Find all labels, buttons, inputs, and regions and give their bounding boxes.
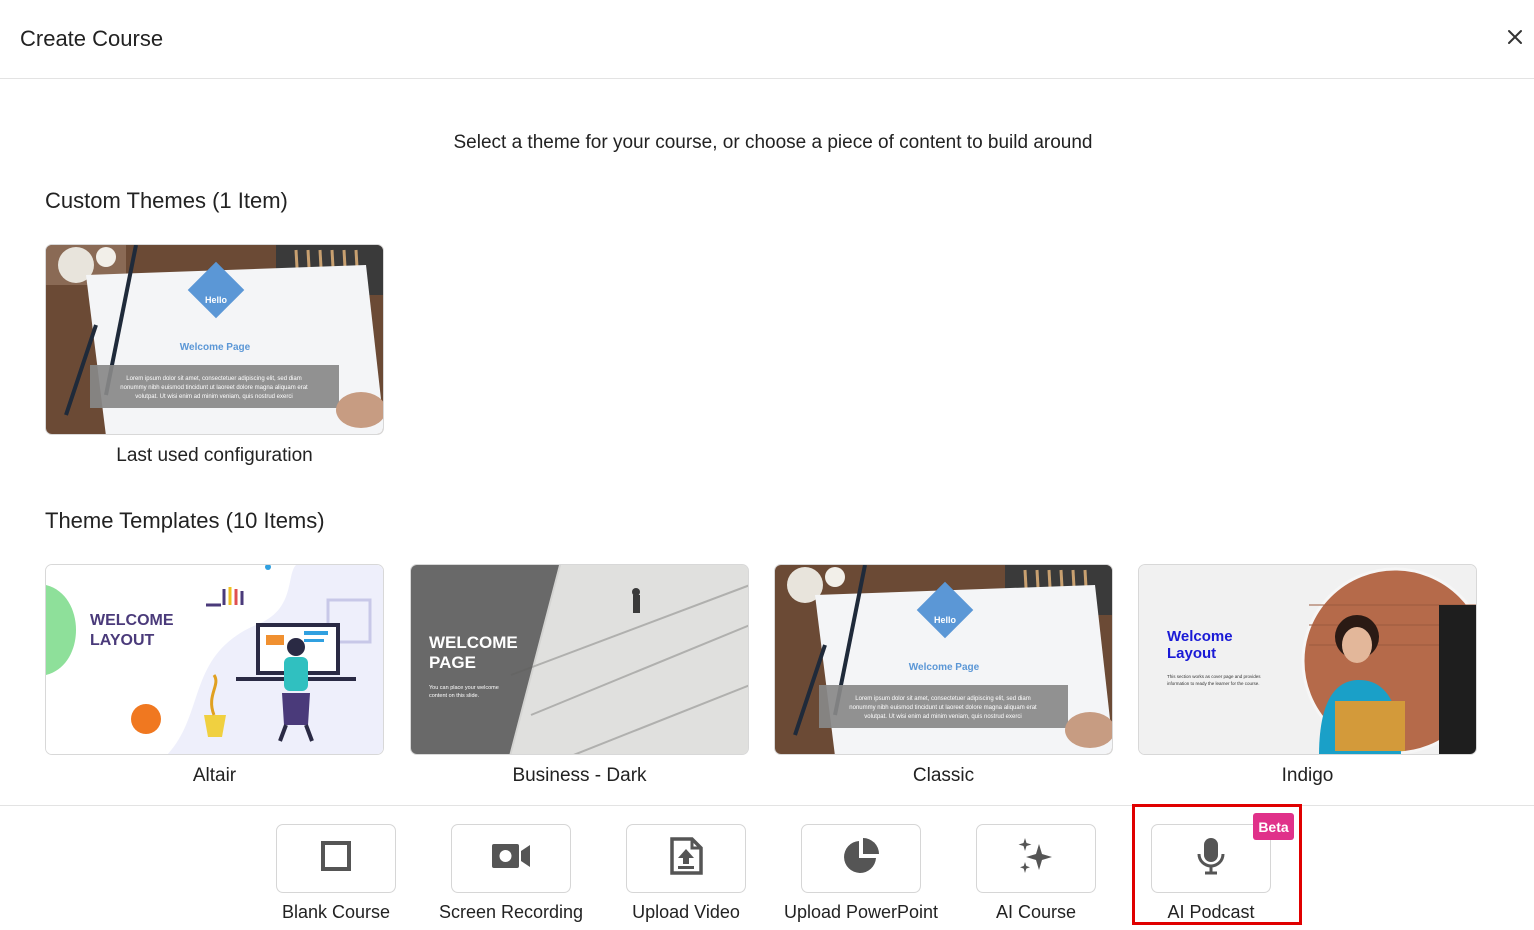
thumb-title: Layout — [1167, 645, 1216, 662]
screen-recording-label: Screen Recording — [438, 902, 584, 922]
theme-card-indigo[interactable]: Welcome Layout This section works as cov… — [1138, 564, 1477, 786]
thumb-body-line: Lorem ipsum dolor sit amet, consectetuer… — [855, 696, 1030, 702]
thumb-body-line: volutpat. Ut wisi enim ad minim veniam, … — [864, 714, 1021, 720]
theme-card-label: Indigo — [1281, 765, 1334, 786]
upload-powerpoint-label: Upload PowerPoint — [783, 902, 939, 922]
thumb-body-line: nonummy nibh euismod tincidunt ut laoree… — [849, 705, 1037, 711]
beta-badge: Beta — [1253, 813, 1294, 840]
square-outline-icon — [320, 840, 352, 877]
custom-themes-heading: Custom Themes (1 Item) — [45, 188, 288, 213]
upload-video-button[interactable]: Upload Video — [601, 824, 771, 922]
theme-card-business-dark[interactable]: WELCOME PAGE You can place your welcome … — [410, 564, 749, 786]
thumb-body-line: This section works as cover page and pro… — [1167, 674, 1261, 679]
thumb-title: Welcome Page — [180, 342, 251, 353]
screen-recording-button[interactable]: Screen Recording — [426, 824, 596, 922]
thumb-body-line: volutpat. Ut wisi enim ad minim veniam, … — [135, 394, 292, 400]
theme-card-label: Classic — [912, 765, 975, 786]
pie-chart-icon — [842, 837, 880, 880]
theme-card-last-used[interactable]: Hello Welcome Page Lorem ipsum dolor sit… — [45, 244, 384, 466]
theme-card-classic[interactable]: Hello Welcome Page Lorem ipsum dolor sit… — [774, 564, 1113, 786]
theme-card-label: Last used configuration — [116, 445, 313, 466]
thumb-title: LAYOUT — [90, 632, 155, 649]
instructions-text: Select a theme for your course, or choos… — [453, 132, 1093, 153]
thumb-body-line: You can place your welcome — [429, 685, 499, 691]
ai-course-label: AI Course — [995, 902, 1077, 922]
close-icon[interactable] — [1502, 24, 1528, 50]
thumb-title: Welcome Page — [909, 662, 980, 673]
ai-course-button[interactable]: AI Course — [951, 824, 1121, 922]
ai-podcast-label: AI Podcast — [1167, 902, 1255, 922]
theme-thumbnail: Hello Welcome Page Lorem ipsum dolor sit… — [45, 244, 384, 435]
sparkles-icon — [1016, 836, 1056, 881]
dialog-title: Create Course — [20, 26, 164, 51]
theme-card-label: Business - Dark — [512, 765, 647, 786]
thumb-body-line: Lorem ipsum dolor sit amet, consectetuer… — [126, 376, 301, 382]
theme-card-altair[interactable]: WELCOME LAYOUT Altair — [45, 564, 384, 786]
video-camera-icon — [491, 840, 531, 877]
upload-powerpoint-button[interactable]: Upload PowerPoint — [776, 824, 946, 922]
thumb-title: Welcome — [1167, 628, 1233, 645]
theme-thumbnail: WELCOME LAYOUT — [45, 564, 384, 755]
blank-course-label: Blank Course — [281, 902, 391, 922]
thumb-title: WELCOME — [90, 612, 174, 629]
thumb-title: PAGE — [429, 653, 476, 672]
theme-thumbnail: WELCOME PAGE You can place your welcome … — [410, 564, 749, 755]
upload-video-label: Upload Video — [632, 902, 740, 922]
thumb-hello: Hello — [934, 615, 957, 625]
thumb-body-line: information to ready the learner for the… — [1167, 681, 1260, 686]
thumb-title: WELCOME — [429, 633, 518, 652]
microphone-icon — [1196, 836, 1226, 881]
theme-thumbnail: Welcome Layout This section works as cov… — [1138, 564, 1477, 755]
thumb-hello: Hello — [205, 295, 228, 305]
theme-templates-heading: Theme Templates (10 Items) — [45, 508, 325, 533]
thumb-body-line: nonummy nibh euismod tincidunt ut laoree… — [120, 385, 308, 391]
thumb-body-line: content on this slide. — [429, 693, 480, 699]
blank-course-button[interactable]: Blank Course — [251, 824, 421, 922]
theme-thumbnail: Hello Welcome Page Lorem ipsum dolor sit… — [774, 564, 1113, 755]
file-upload-icon — [668, 837, 704, 880]
theme-card-label: Altair — [192, 765, 237, 786]
dialog-header: Create Course — [0, 0, 1534, 79]
